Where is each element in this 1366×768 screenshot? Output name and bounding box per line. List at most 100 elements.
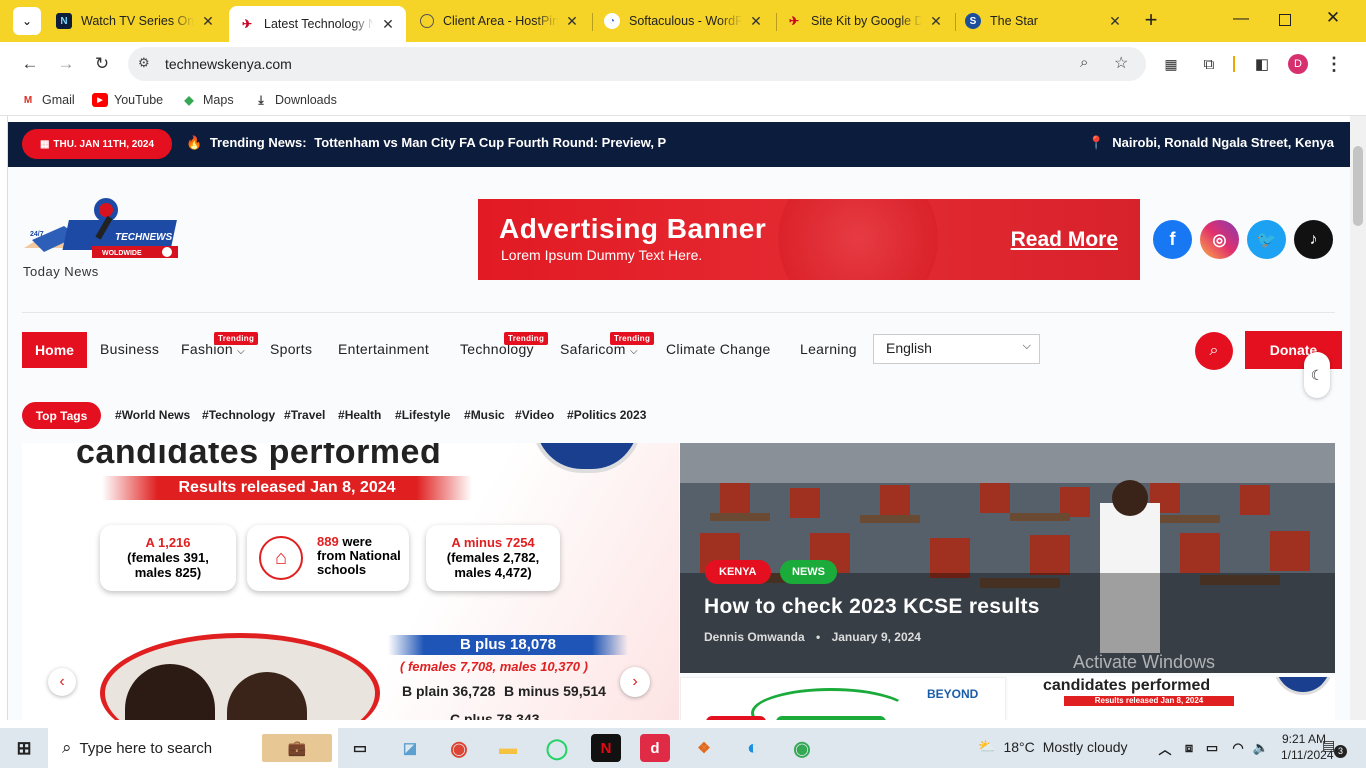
tag-music[interactable]: #Music (464, 408, 505, 422)
file-explorer-icon[interactable]: ▬ (493, 734, 523, 762)
trending-ticker[interactable]: 🔥 Trending News: Tottenham vs Man City F… (186, 135, 666, 151)
extensions-icon[interactable]: ⧉ (1195, 50, 1223, 78)
scrollbar-thumb[interactable] (1353, 146, 1363, 226)
site-info-icon[interactable]: ⚙ (138, 55, 150, 71)
nav-climate-change[interactable]: Climate Change (666, 341, 771, 357)
bookmark-downloads[interactable]: ⤓ Downloads (253, 93, 337, 108)
author[interactable]: Dennis Omwanda (704, 630, 805, 644)
featured-article[interactable]: KENYA NEWS How to check 2023 KCSE result… (680, 443, 1335, 673)
tab-latest-tech[interactable]: ✈ Latest Technology News ✕ (229, 6, 406, 42)
nav-safaricom[interactable]: Trending Safaricom ⌵ (560, 332, 655, 357)
tag-health[interactable]: #Health (338, 408, 381, 422)
minimize-button[interactable]: — (1228, 10, 1254, 32)
trending-badge: Trending (214, 332, 259, 345)
close-icon[interactable]: ✕ (1107, 13, 1123, 30)
tag-travel[interactable]: #Travel (284, 408, 325, 422)
back-button[interactable]: ← (16, 50, 44, 78)
chrome-icon[interactable]: ◉ (787, 734, 817, 762)
close-icon[interactable]: ✕ (748, 13, 764, 30)
tab-site-kit[interactable]: ✈ Site Kit by Google Dashboard ✕ (776, 6, 954, 36)
slider-next-button[interactable]: › (620, 667, 650, 697)
category-kenya[interactable]: KENYA (705, 560, 771, 584)
zoom-icon[interactable]: ⌕ (1080, 54, 1088, 71)
facebook-icon: f (1169, 229, 1176, 249)
task-view-icon[interactable]: ▭ (345, 734, 375, 762)
tag-technology[interactable]: #Technology (202, 408, 275, 422)
forward-button[interactable]: → (52, 50, 80, 78)
search-button[interactable]: ⌕ (1195, 332, 1233, 370)
tag-politics-2023[interactable]: #Politics 2023 (567, 408, 646, 422)
trending-text[interactable]: Tottenham vs Man City FA Cup Fourth Roun… (314, 135, 666, 150)
tab-watch-tv[interactable]: N Watch TV Series Online ✕ (46, 6, 226, 36)
chevron-down-icon: ⌄ (21, 14, 33, 28)
date-text: THU. JAN 11TH, 2024 (53, 138, 155, 150)
tab-softaculous[interactable]: ◔ Softaculous - WordPress ✕ (594, 6, 774, 36)
instagram-button[interactable]: ◎ (1200, 220, 1239, 259)
side-panel-icon[interactable]: ◧ (1248, 50, 1276, 78)
new-tab-button[interactable]: + (1139, 9, 1163, 33)
volume-icon[interactable]: 🔈 (1246, 734, 1276, 762)
technews-favicon-icon: ✈ (241, 17, 253, 31)
notifications-button[interactable]: ▤ 3 (1322, 737, 1347, 759)
technews-favicon-icon: ✈ (788, 14, 800, 28)
featured-title[interactable]: How to check 2023 KCSE results (704, 595, 1040, 619)
nav-fashion[interactable]: Trending Fashion ⌵ (181, 332, 259, 357)
maps-icon: ◆ (184, 93, 194, 107)
close-icon[interactable]: ✕ (564, 13, 580, 30)
tab-client-area[interactable]: Client Area - HostPinnacle ✕ (410, 6, 590, 36)
nav-sports[interactable]: Sports (270, 341, 312, 357)
tab-search-button[interactable]: ⌄ (13, 7, 41, 35)
app-icon[interactable]: ❖ (689, 734, 719, 762)
address-bar[interactable]: ⚙ technewskenya.com ⌕ ☆ (128, 47, 1146, 81)
nav-learning[interactable]: Learning (800, 341, 857, 357)
whatsapp-icon[interactable]: ◯ (542, 734, 572, 762)
tab-the-star[interactable]: S The Star ✕ (955, 6, 1133, 36)
twitter-button[interactable]: 🐦 (1247, 220, 1286, 259)
slider-prev-button[interactable]: ‹ (48, 668, 76, 696)
bookmark-youtube[interactable]: ▶ YouTube (92, 93, 163, 107)
bookmark-label: YouTube (114, 93, 164, 107)
scrollbar[interactable] (1350, 116, 1366, 720)
language-select[interactable]: English ⌵ (873, 334, 1040, 364)
app-icon[interactable]: ◪ (395, 734, 425, 762)
close-icon[interactable]: ✕ (200, 13, 216, 30)
article-thumb-safaricom[interactable]: BEYOND (680, 677, 1006, 720)
site-logo[interactable]: 24/7 TECHNEWS WOLDWIDE (22, 196, 187, 266)
tag-lifestyle[interactable]: #Lifestyle (395, 408, 450, 422)
maximize-button[interactable] (1276, 11, 1298, 33)
nav-technology[interactable]: Trending Technology (460, 332, 549, 357)
taskbar-search[interactable]: ⌕ Type here to search 💼 (48, 728, 338, 768)
dark-mode-toggle[interactable]: ☾ (1304, 352, 1330, 398)
advertising-banner[interactable]: Advertising Banner Lorem Ipsum Dummy Tex… (478, 199, 1140, 280)
close-window-button[interactable]: ✕ (1322, 8, 1344, 30)
nav-business[interactable]: Business (100, 341, 159, 357)
netflix-icon[interactable]: N (591, 734, 621, 762)
tiktok-button[interactable]: ♪ (1294, 220, 1333, 259)
nav-entertainment[interactable]: Entertainment (338, 341, 429, 357)
edge-icon[interactable]: ◐ (738, 734, 768, 762)
deezer-icon[interactable]: d (640, 734, 670, 762)
start-button[interactable]: ⊞ (9, 734, 39, 762)
menu-kebab-icon[interactable]: ⋮ (1320, 50, 1348, 78)
hero-slider[interactable]: candidates performed Results released Ja… (22, 443, 679, 720)
facebook-button[interactable]: f (1153, 220, 1192, 259)
weather-widget[interactable]: ⛅ 18°C Mostly cloudy (978, 738, 1128, 755)
qr-code-icon[interactable]: ▦ (1157, 50, 1185, 78)
chrome-icon[interactable]: ◉ (444, 734, 474, 762)
tag-world-news[interactable]: #World News (115, 408, 190, 422)
ad-read-more-link[interactable]: Read More (1011, 228, 1118, 252)
tag-video[interactable]: #Video (515, 408, 554, 422)
article-thumb-kcse[interactable]: candidates performed Results released Ja… (1008, 677, 1335, 720)
gmail-icon: M (23, 94, 33, 106)
search-icon: ⌕ (1209, 342, 1219, 359)
category-news[interactable]: NEWS (780, 560, 837, 584)
bookmark-star-icon[interactable]: ☆ (1114, 53, 1128, 73)
reload-button[interactable]: ↻ (88, 50, 116, 78)
bookmark-gmail[interactable]: M Gmail (20, 93, 75, 107)
nav-home[interactable]: Home (22, 332, 87, 368)
close-icon[interactable]: ✕ (380, 16, 396, 33)
profile-avatar[interactable]: D (1288, 54, 1308, 74)
bookmark-maps[interactable]: ◆ Maps (181, 93, 233, 107)
close-icon[interactable]: ✕ (928, 13, 944, 30)
clock[interactable]: 9:21 AM 1/11/2024 (1281, 731, 1334, 763)
